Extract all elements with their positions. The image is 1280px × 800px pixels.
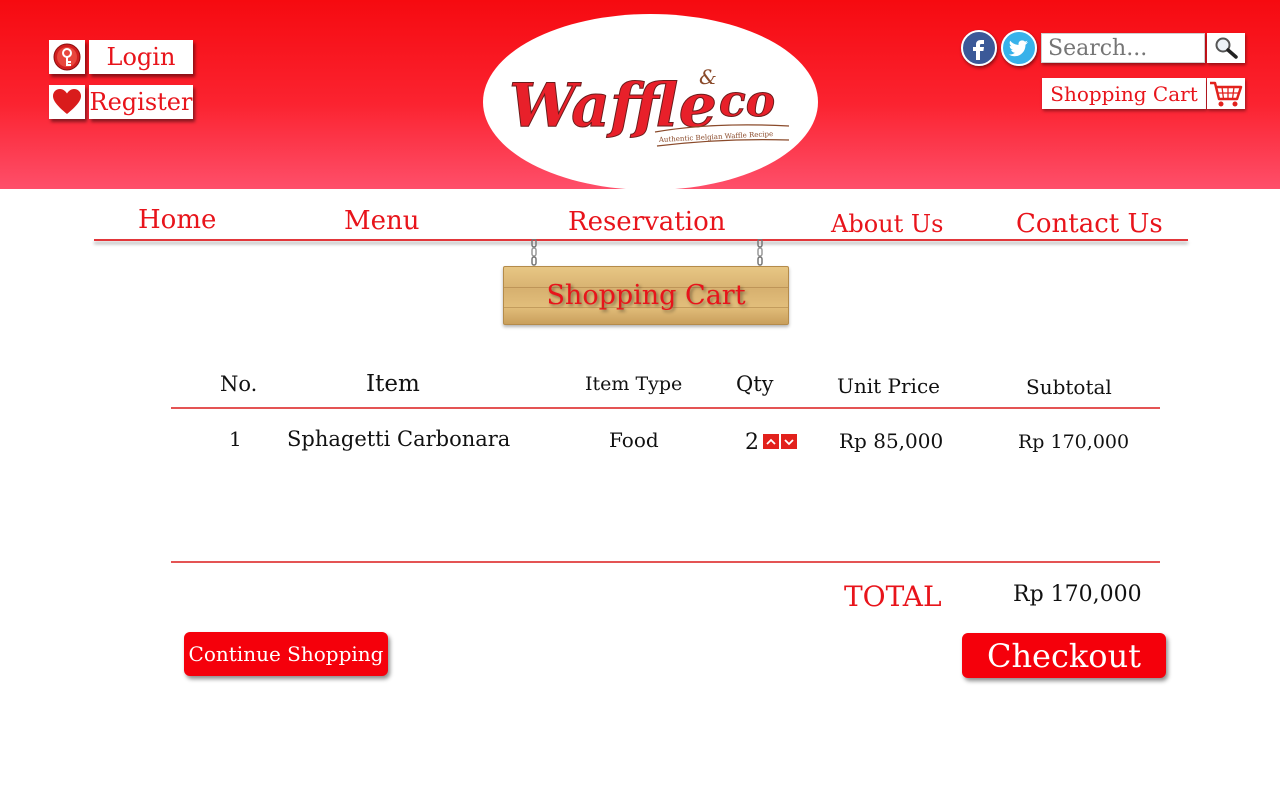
- continue-shopping-button[interactable]: Continue Shopping: [184, 632, 388, 676]
- header-no: No.: [220, 372, 258, 396]
- logo-word-waffle: Waffle: [509, 71, 717, 141]
- cart-icon: [1210, 81, 1243, 106]
- search-button[interactable]: [1207, 33, 1245, 63]
- key-icon: [49, 40, 85, 74]
- search-icon: [1215, 37, 1238, 59]
- header-item-type: Item Type: [585, 373, 683, 395]
- brand-logo[interactable]: Waffle & co Authentic Belgian Waffle Rec…: [483, 14, 818, 190]
- qty-increase-button[interactable]: [763, 434, 779, 449]
- row-unit-price: Rp 85,000: [839, 429, 944, 453]
- nav-menu[interactable]: Menu: [344, 206, 420, 236]
- register-label: Register: [89, 85, 193, 119]
- login-label: Login: [89, 40, 193, 74]
- row-qty-value: 2: [745, 430, 759, 455]
- header-unit-price: Unit Price: [837, 374, 940, 398]
- twitter-icon[interactable]: [1001, 30, 1037, 66]
- nav-reservation[interactable]: Reservation: [568, 207, 725, 237]
- facebook-icon[interactable]: [961, 30, 997, 66]
- table-header-divider: [171, 407, 1160, 409]
- chevron-down-icon: [784, 438, 794, 445]
- header-subtotal: Subtotal: [1026, 375, 1112, 399]
- shopping-cart-button[interactable]: [1207, 78, 1245, 109]
- header-item: Item: [366, 371, 420, 397]
- page-title-sign: Shopping Cart: [503, 266, 789, 325]
- page-title: Shopping Cart: [546, 280, 746, 311]
- nav-about-us[interactable]: About Us: [831, 210, 943, 238]
- row-item-name: Sphagetti Carbonara: [287, 427, 511, 451]
- shopping-cart-link[interactable]: Shopping Cart: [1042, 78, 1206, 109]
- row-number: 1: [229, 427, 242, 451]
- sign-chain-left: [531, 239, 537, 266]
- nav-divider: [94, 239, 1188, 241]
- sign-chain-right: [757, 239, 763, 266]
- row-subtotal: Rp 170,000: [1018, 431, 1130, 453]
- row-item-type: Food: [609, 428, 659, 452]
- logo-artwork: Waffle & co Authentic Belgian Waffle Rec…: [509, 65, 790, 147]
- heart-icon: [49, 85, 85, 119]
- login-link[interactable]: Login: [49, 40, 193, 74]
- logo-ampersand: &: [699, 65, 717, 89]
- qty-decrease-button[interactable]: [781, 434, 797, 449]
- site-header: Login Register Waffle & co Authentic Bel…: [0, 0, 1280, 190]
- register-link[interactable]: Register: [49, 85, 193, 119]
- chevron-up-icon: [766, 438, 776, 445]
- nav-home[interactable]: Home: [138, 205, 216, 235]
- nav-contact-us[interactable]: Contact Us: [1016, 209, 1163, 239]
- search-input[interactable]: [1041, 33, 1205, 63]
- logo-word-co: co: [719, 76, 775, 127]
- table-footer-divider: [171, 561, 1160, 563]
- total-label: TOTAL: [844, 580, 942, 613]
- header-qty: Qty: [736, 372, 774, 396]
- checkout-button[interactable]: Checkout: [962, 633, 1166, 678]
- total-value: Rp 170,000: [1013, 582, 1142, 607]
